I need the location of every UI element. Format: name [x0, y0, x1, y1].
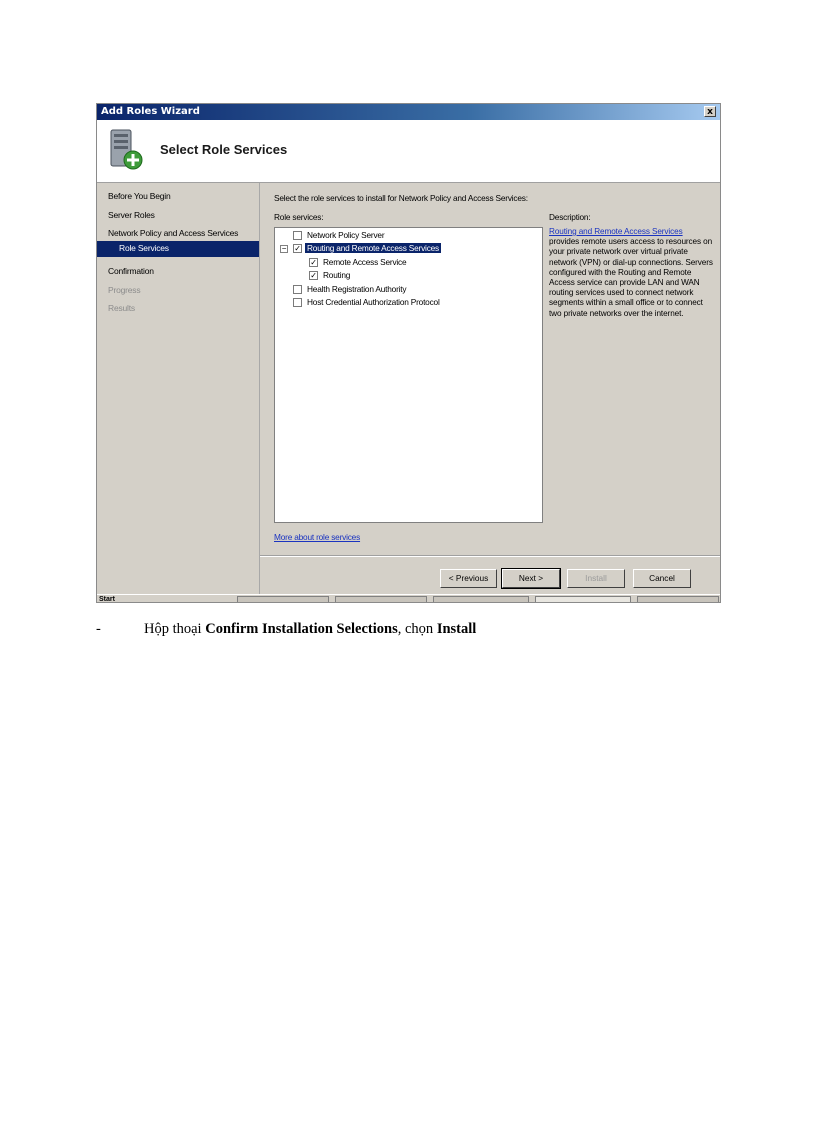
- taskbar: Start: [97, 594, 720, 602]
- cancel-button[interactable]: Cancel: [633, 569, 691, 588]
- wizard-main-panel: Select the role services to install for …: [260, 183, 720, 602]
- tree-label: Network Policy Server: [307, 230, 385, 240]
- taskbar-item[interactable]: [335, 596, 427, 602]
- checkbox-network-policy-server[interactable]: [293, 231, 302, 240]
- caption-middle: , chọn: [397, 621, 437, 637]
- step-network-policy[interactable]: Network Policy and Access Services: [108, 228, 238, 238]
- server-role-icon: [110, 129, 143, 170]
- install-button[interactable]: Install: [567, 569, 625, 588]
- step-role-services[interactable]: Role Services: [97, 241, 259, 257]
- step-progress: Progress: [108, 285, 141, 295]
- divider: [260, 555, 720, 557]
- caption-line: Hộp thoại Confirm Installation Selection…: [144, 621, 476, 638]
- taskbar-item[interactable]: [237, 596, 329, 602]
- taskbar-item[interactable]: [433, 596, 529, 602]
- checkbox-routing[interactable]: ✓: [309, 271, 318, 280]
- tree-label: Remote Access Service: [323, 257, 407, 267]
- wizard-steps-sidebar: Before You Begin Server Roles Network Po…: [97, 183, 260, 602]
- caption-prefix: Hộp thoại: [144, 621, 206, 637]
- more-about-role-services-link[interactable]: More about role services: [274, 532, 360, 542]
- checkbox-host-credential[interactable]: [293, 298, 302, 307]
- step-confirmation[interactable]: Confirmation: [108, 266, 154, 276]
- tree-label: Health Registration Authority: [307, 284, 407, 294]
- system-tray: [637, 596, 719, 602]
- previous-button[interactable]: < Previous: [440, 569, 497, 588]
- page-title: Select Role Services: [160, 142, 288, 157]
- role-services-label: Role services:: [274, 212, 324, 222]
- title-bar: Add Roles Wizard x: [97, 104, 720, 120]
- role-services-tree[interactable]: Network Policy Server − ✓ Routing and Re…: [274, 227, 543, 523]
- instruction-text: Select the role services to install for …: [274, 193, 528, 203]
- caption-dialog-name: Confirm Installation Selections: [205, 621, 398, 637]
- description-link[interactable]: Routing and Remote Access Services: [549, 227, 683, 236]
- taskbar-item[interactable]: [535, 596, 631, 602]
- step-results: Results: [108, 303, 135, 313]
- next-button[interactable]: Next >: [501, 568, 561, 589]
- checkbox-health-registration[interactable]: [293, 285, 302, 294]
- step-server-roles[interactable]: Server Roles: [108, 210, 155, 220]
- checkbox-remote-access-service[interactable]: ✓: [309, 258, 318, 267]
- caption-action: Install: [436, 621, 477, 637]
- checkbox-routing-remote-access[interactable]: ✓: [293, 244, 302, 253]
- collapse-icon[interactable]: −: [280, 245, 288, 253]
- start-button[interactable]: Start: [99, 595, 115, 602]
- window-title: Add Roles Wizard: [101, 106, 200, 117]
- description-text: Routing and Remote Access Services provi…: [549, 227, 714, 319]
- step-before-you-begin[interactable]: Before You Begin: [108, 191, 171, 201]
- description-body: provides remote users access to resource…: [549, 237, 713, 318]
- wizard-header: Select Role Services: [97, 120, 720, 183]
- tree-label: Routing and Remote Access Services: [305, 243, 442, 253]
- description-label: Description:: [549, 212, 591, 222]
- wizard-screenshot: Add Roles Wizard x Select Role Services …: [96, 103, 721, 603]
- close-button[interactable]: x: [704, 106, 716, 117]
- tree-label: Host Credential Authorization Protocol: [307, 297, 440, 307]
- step-role-services-label: Role Services: [119, 243, 169, 253]
- tree-label: Routing: [323, 270, 351, 280]
- list-bullet: -: [96, 621, 101, 637]
